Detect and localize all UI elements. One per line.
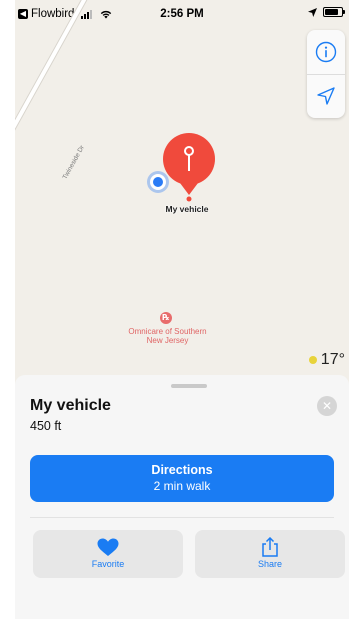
street-label: Twineside Dr (61, 144, 86, 181)
location-services-icon (308, 7, 317, 17)
place-card-sheet: My vehicle 450 ft ✕ Directions 2 min wal… (15, 375, 349, 619)
place-distance: 450 ft (30, 419, 62, 433)
track-location-button[interactable] (307, 74, 345, 118)
status-bar: ◀ Flowbird 2:56 PM (15, 6, 349, 24)
sheet-divider (30, 517, 334, 518)
share-button[interactable]: Share (195, 530, 345, 578)
directions-eta: 2 min walk (153, 479, 211, 493)
directions-button[interactable]: Directions 2 min walk (30, 455, 334, 502)
directions-label: Directions (151, 463, 213, 477)
place-title: My vehicle (30, 397, 111, 414)
map-info-button[interactable] (307, 30, 345, 74)
street-road (15, 0, 126, 159)
status-right (308, 7, 345, 17)
location-arrow-icon (317, 87, 335, 105)
status-time: 2:56 PM (160, 8, 204, 20)
weather-badge: 17° (308, 351, 345, 369)
favorite-label: Favorite (91, 559, 125, 569)
map-view[interactable]: Twineside Dr My vehicle ℞ Omnicare of So… (15, 0, 349, 380)
temperature-value: 17° (320, 351, 345, 368)
vehicle-pin-label: My vehicle (165, 204, 209, 214)
favorite-button[interactable]: Favorite (33, 530, 183, 578)
maps-screen: ◀ Flowbird 2:56 PM Twineside Dr My vehic… (15, 0, 349, 619)
close-button[interactable]: ✕ (317, 396, 337, 416)
close-icon: ✕ (321, 399, 333, 413)
pharmacy-poi-icon[interactable]: ℞ (160, 312, 172, 324)
info-icon (315, 41, 337, 63)
map-controls (307, 30, 345, 118)
battery-icon (323, 7, 345, 17)
poi-label[interactable]: Omnicare of Southern New Jersey (125, 327, 210, 345)
sheet-grabber[interactable] (171, 384, 207, 388)
heart-icon (97, 538, 119, 556)
vehicle-pin[interactable] (161, 133, 217, 208)
share-icon (262, 537, 278, 557)
map-pin-icon (163, 133, 215, 202)
sun-icon (308, 356, 317, 364)
share-label: Share (257, 559, 283, 569)
